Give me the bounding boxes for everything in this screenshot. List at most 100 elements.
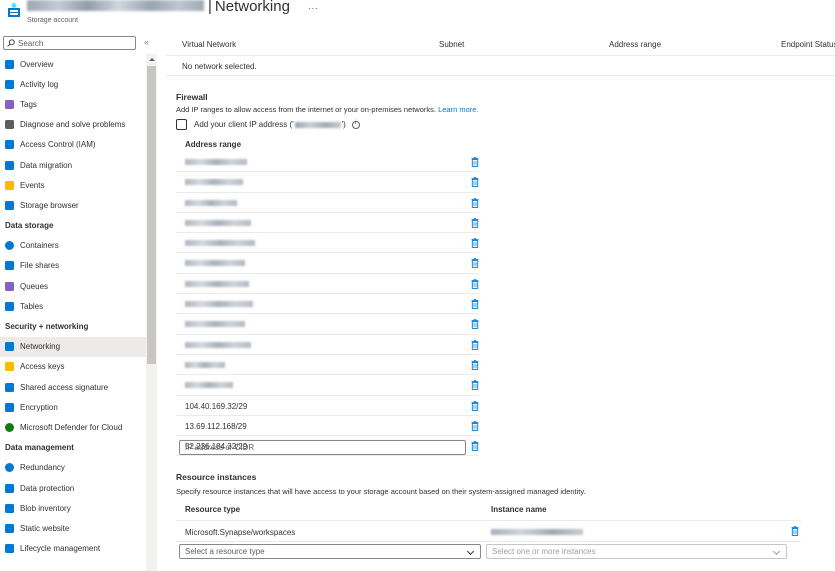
delete-address-range-icon[interactable] — [471, 380, 479, 391]
delete-address-range-icon[interactable] — [471, 441, 479, 452]
col-subnet: Subnet — [439, 40, 465, 49]
delete-address-range-icon[interactable] — [471, 258, 479, 269]
delete-address-range-icon[interactable] — [471, 278, 479, 289]
col-resource-type: Resource type — [185, 505, 241, 514]
address-range-value: 104.40.169.32/29 — [185, 401, 248, 411]
sidebar-item-overview[interactable]: Overview — [0, 54, 146, 74]
col-virtual-network: Virtual Network — [182, 40, 237, 49]
page-title: | Networking ··· — [27, 0, 318, 15]
sidebar-item-label: Microsoft Defender for Cloud — [20, 422, 123, 432]
delete-address-range-icon[interactable] — [471, 360, 479, 370]
address-range-redacted — [185, 240, 255, 247]
tag-icon — [5, 99, 14, 109]
sidebar-scroll-thumb[interactable] — [147, 66, 156, 364]
delete-address-range-icon[interactable] — [471, 339, 479, 350]
sidebar-item-shared-access-signature[interactable]: Shared access signature — [0, 377, 146, 397]
sidebar-item-tables[interactable]: Tables — [0, 296, 146, 316]
learn-more-link[interactable]: Learn more. — [438, 105, 478, 114]
delete-resource-instance-icon[interactable] — [791, 526, 799, 536]
sidebar-item-label: Static website — [20, 523, 70, 533]
info-icon[interactable] — [351, 120, 360, 129]
sidebar-item-microsoft-defender-for-cloud[interactable]: Microsoft Defender for Cloud — [0, 417, 146, 437]
chevron-down-icon — [772, 547, 781, 556]
sidebar-item-label: Overview — [20, 59, 54, 69]
col-instance-name: Instance name — [491, 505, 547, 514]
sidebar-item-storage-browser[interactable]: Storage browser — [0, 195, 146, 215]
collapse-menu-button[interactable]: « — [144, 37, 149, 47]
shield-icon — [5, 422, 14, 432]
sidebar-item-label: Containers — [20, 241, 59, 251]
delete-address-range-icon[interactable] — [471, 238, 479, 249]
delete-address-range-icon[interactable] — [471, 177, 479, 188]
delete-address-range-icon[interactable] — [471, 299, 479, 309]
address-range-row — [176, 375, 479, 396]
sidebar-item-label: Encryption — [20, 402, 58, 412]
sidebar-item-diagnose-and-solve-problems[interactable]: Diagnose and solve problems — [0, 115, 146, 135]
sidebar-item-activity-log[interactable]: Activity log — [0, 74, 146, 94]
resource-instance-row: Microsoft.Synapse/workspaces — [176, 520, 801, 542]
sidebar-item-blob-inventory[interactable]: Blob inventory — [0, 498, 146, 518]
sidebar-section-header: Data management — [5, 443, 74, 453]
queue-icon — [5, 281, 14, 291]
menu-search-input[interactable]: Search — [3, 36, 136, 50]
client-ip-redacted — [294, 121, 341, 128]
sidebar-item-encryption[interactable]: Encryption — [0, 397, 146, 417]
wrench-icon — [5, 120, 14, 130]
firewall-title: Firewall — [176, 92, 208, 102]
sidebar-item-label: Events — [20, 180, 45, 190]
sidebar-item-redundancy[interactable]: Redundancy — [0, 458, 146, 478]
instance-name-dropdown[interactable]: Select one or more instances — [486, 544, 787, 559]
sidebar-item-containers[interactable]: Containers — [0, 236, 146, 256]
sidebar-section-header: Security + networking — [5, 322, 89, 332]
sidebar-item-queues[interactable]: Queues — [0, 276, 146, 296]
lock-icon — [5, 402, 14, 412]
overview-icon — [5, 59, 14, 69]
resource-type-label: Storage account — [27, 17, 78, 24]
sidebar-item-tags[interactable]: Tags — [0, 94, 146, 114]
table-icon — [5, 301, 14, 311]
sidebar-item-label: Shared access signature — [20, 382, 109, 392]
sidebar-item-data-protection[interactable]: Data protection — [0, 478, 146, 498]
sidebar-item-lifecycle-management[interactable]: Lifecycle management — [0, 539, 146, 559]
sidebar-item-access-control-iam[interactable]: Access Control (IAM) — [0, 135, 146, 155]
address-range-redacted — [185, 219, 251, 226]
address-range-table: 104.40.169.32/29 13.69.112.168/29 52.236.1… — [176, 152, 479, 457]
data-migration-icon — [5, 160, 14, 170]
address-range-redacted — [185, 280, 249, 287]
address-range-redacted — [185, 199, 237, 206]
sidebar-item-events[interactable]: Events — [0, 175, 146, 195]
delete-address-range-icon[interactable] — [471, 218, 479, 228]
add-client-ip-checkbox[interactable] — [176, 119, 187, 130]
address-range-row: 13.69.112.168/29 — [176, 416, 479, 437]
sidebar-item-label: Data protection — [20, 483, 75, 493]
delete-address-range-icon[interactable] — [471, 319, 479, 330]
col-endpoint-status: Endpoint Status — [781, 40, 835, 49]
sidebar-item-label: Activity log — [20, 79, 59, 89]
col-address-range: Address range — [609, 40, 662, 49]
ip-address-input[interactable]: IP address or CIDR — [179, 440, 466, 455]
add-client-ip-row[interactable]: Add your client IP address (' ') — [176, 119, 360, 130]
address-range-redacted — [185, 361, 225, 368]
sidebar-item-networking[interactable]: Networking — [0, 336, 146, 357]
delete-address-range-icon[interactable] — [471, 157, 479, 167]
address-range-row — [176, 253, 479, 274]
delete-address-range-icon[interactable] — [471, 421, 479, 431]
website-icon — [5, 523, 14, 533]
add-client-ip-label: Add your client IP address (' ') — [194, 120, 360, 129]
resource-type-dropdown[interactable]: Select a resource type — [179, 544, 481, 559]
sidebar-item-access-keys[interactable]: Access keys — [0, 357, 146, 377]
address-range-redacted — [185, 341, 251, 348]
activity-log-icon — [5, 79, 14, 89]
delete-address-range-icon[interactable] — [471, 400, 479, 411]
sidebar-item-data-migration[interactable]: Data migration — [0, 155, 146, 175]
globe-icon — [5, 463, 14, 473]
sidebar-item-static-website[interactable]: Static website — [0, 518, 146, 538]
vnet-empty-row: No network selected. — [166, 56, 835, 76]
delete-address-range-icon[interactable] — [471, 197, 479, 208]
address-range-row — [176, 193, 479, 213]
more-options-button[interactable]: ··· — [308, 3, 318, 14]
sidebar-item-file-shares[interactable]: File shares — [0, 256, 146, 276]
scroll-up-arrow-icon[interactable] — [149, 58, 155, 61]
address-range-row — [176, 274, 479, 295]
page-header: | Networking ··· Storage account — [0, 0, 835, 32]
